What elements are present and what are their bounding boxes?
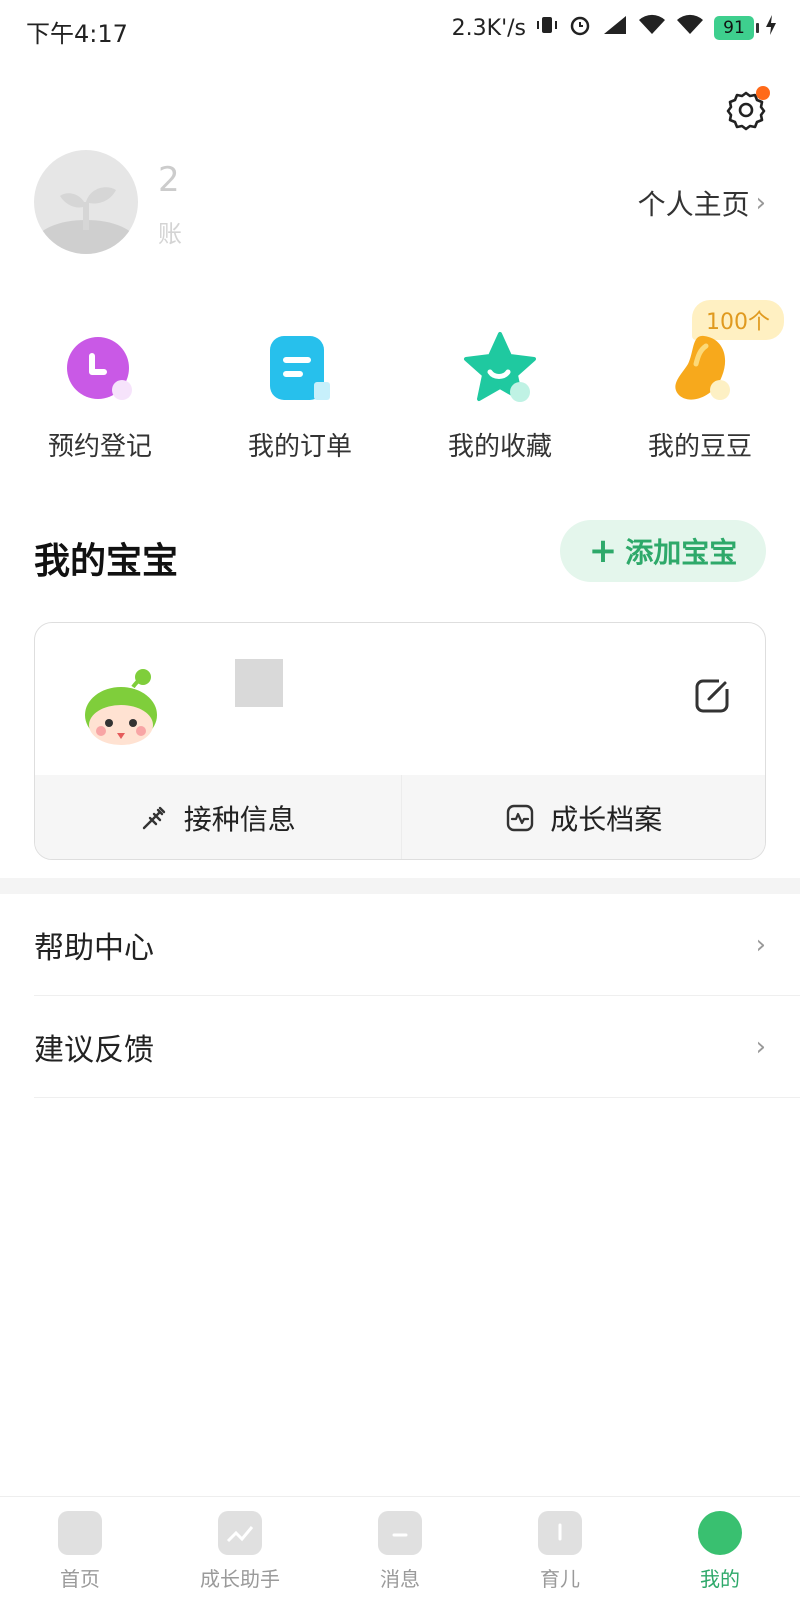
tab-mine[interactable]: 我的 (640, 1497, 800, 1600)
tab-mine-label: 我的 (700, 1567, 740, 1591)
growth-record-button[interactable]: 成长档案 (400, 775, 766, 859)
tab-parenting[interactable]: 育儿 (480, 1497, 640, 1600)
book-icon (538, 1511, 582, 1555)
homepage-link[interactable]: 个人主页 › (638, 183, 766, 223)
help-center-row[interactable]: 帮助中心 › (34, 894, 800, 996)
plus-icon: + (588, 531, 618, 571)
clock-icon (60, 330, 140, 410)
homepage-label: 个人主页 (637, 188, 750, 221)
bottom-tab-bar: 首页 成长助手 消息 育儿 我的 (0, 1496, 800, 1600)
vaccination-label: 接种信息 (183, 803, 296, 836)
vibrate-icon (536, 14, 558, 42)
status-bar: 下午4:17 2.3K'/s 91 (0, 0, 800, 56)
baby-section-title: 我的宝宝 (34, 541, 179, 582)
status-icons: 2.3K'/s 91 (452, 12, 778, 44)
quick-label-orders: 我的订单 (247, 432, 352, 462)
profile-name: 2 (158, 160, 182, 200)
wifi-icon (638, 14, 666, 42)
baby-avatar[interactable] (79, 665, 163, 749)
tab-messages[interactable]: 消息 (320, 1497, 480, 1600)
battery-indicator: 91 (714, 16, 759, 40)
tab-messages-label: 消息 (380, 1567, 420, 1591)
signal-icon (602, 14, 628, 42)
tab-growth-assistant-label: 成长助手 (200, 1567, 280, 1591)
network-speed: 2.3K'/s (451, 15, 526, 41)
quick-item-favorites[interactable]: 我的收藏 (400, 330, 600, 463)
pulse-icon (507, 804, 534, 832)
edit-baby-button[interactable] (693, 675, 733, 715)
order-icon (260, 330, 340, 410)
tab-home[interactable]: 首页 (0, 1497, 160, 1600)
quick-item-beans[interactable]: 我的豆豆 (600, 330, 800, 463)
tab-parenting-label: 育儿 (540, 1567, 580, 1591)
quick-label-appointment: 预约登记 (47, 432, 152, 462)
feedback-row[interactable]: 建议反馈 › (34, 996, 800, 1098)
quick-label-beans: 我的豆豆 (647, 432, 752, 462)
chart-icon (218, 1511, 262, 1555)
growth-record-label: 成长档案 (550, 803, 663, 836)
star-icon (460, 330, 540, 410)
quick-label-favorites: 我的收藏 (447, 432, 552, 462)
status-time: 下午4:17 (26, 20, 128, 48)
notification-dot (756, 86, 770, 100)
tab-home-label: 首页 (60, 1567, 100, 1591)
sprout-icon (36, 187, 136, 254)
profile-icon (698, 1511, 742, 1555)
syringe-icon (142, 806, 165, 830)
help-center-label: 帮助中心 (34, 930, 154, 966)
baby-name-placeholder (235, 659, 283, 707)
baby-card: 接种信息 成长档案 (34, 622, 766, 860)
charging-icon (764, 14, 778, 42)
baby-actions: 接种信息 成长档案 (35, 775, 766, 859)
chevron-right-icon: › (755, 929, 766, 960)
wifi-icon-2 (676, 14, 704, 42)
profile-account: 账 (158, 220, 188, 248)
avatar[interactable] (34, 150, 138, 254)
tab-growth-assistant[interactable]: 成长助手 (160, 1497, 320, 1600)
add-baby-button[interactable]: + 添加宝宝 (560, 520, 766, 582)
chevron-right-icon: › (755, 1031, 766, 1062)
quick-item-appointment[interactable]: 预约登记 (0, 330, 200, 463)
vaccination-info-button[interactable]: 接种信息 (35, 775, 401, 859)
quick-menu: 100个 预约登记 我的订单 我的收藏 我的豆豆 (0, 300, 800, 470)
bean-icon (660, 330, 740, 410)
chevron-right-icon: › (755, 188, 766, 218)
home-icon (58, 1511, 102, 1555)
add-baby-label: 添加宝宝 (625, 536, 738, 569)
feedback-label: 建议反馈 (34, 1032, 154, 1068)
settings-button[interactable] (722, 86, 770, 134)
section-divider (0, 878, 800, 894)
message-icon (378, 1511, 422, 1555)
edit-icon (695, 677, 731, 713)
quick-item-orders[interactable]: 我的订单 (200, 330, 400, 463)
alarm-icon (568, 13, 592, 43)
